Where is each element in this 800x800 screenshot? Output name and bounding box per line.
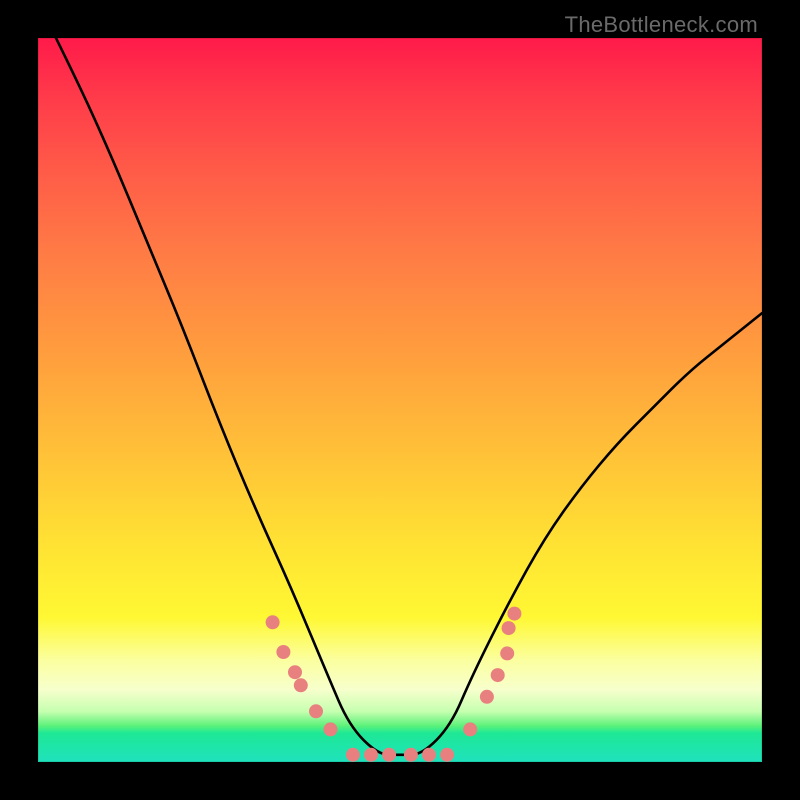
curve-marker [266, 615, 280, 629]
curve-marker [346, 748, 360, 762]
curve-marker [309, 704, 323, 718]
curve-marker [422, 748, 436, 762]
curve-marker [288, 665, 302, 679]
curve-marker [276, 645, 290, 659]
chart-plot-area [38, 38, 762, 762]
curve-marker [480, 690, 494, 704]
curve-marker [382, 748, 396, 762]
curve-marker [502, 621, 516, 635]
chart-frame: TheBottleneck.com [0, 0, 800, 800]
curve-marker [500, 646, 514, 660]
bottleneck-curve [38, 2, 762, 755]
curve-marker [507, 607, 521, 621]
curve-marker [463, 722, 477, 736]
watermark-text: TheBottleneck.com [565, 12, 758, 38]
curve-marker [364, 748, 378, 762]
curve-marker [324, 722, 338, 736]
curve-markers [266, 607, 522, 762]
curve-marker [404, 748, 418, 762]
curve-marker [294, 678, 308, 692]
curve-marker [440, 748, 454, 762]
chart-svg [38, 38, 762, 762]
curve-marker [491, 668, 505, 682]
